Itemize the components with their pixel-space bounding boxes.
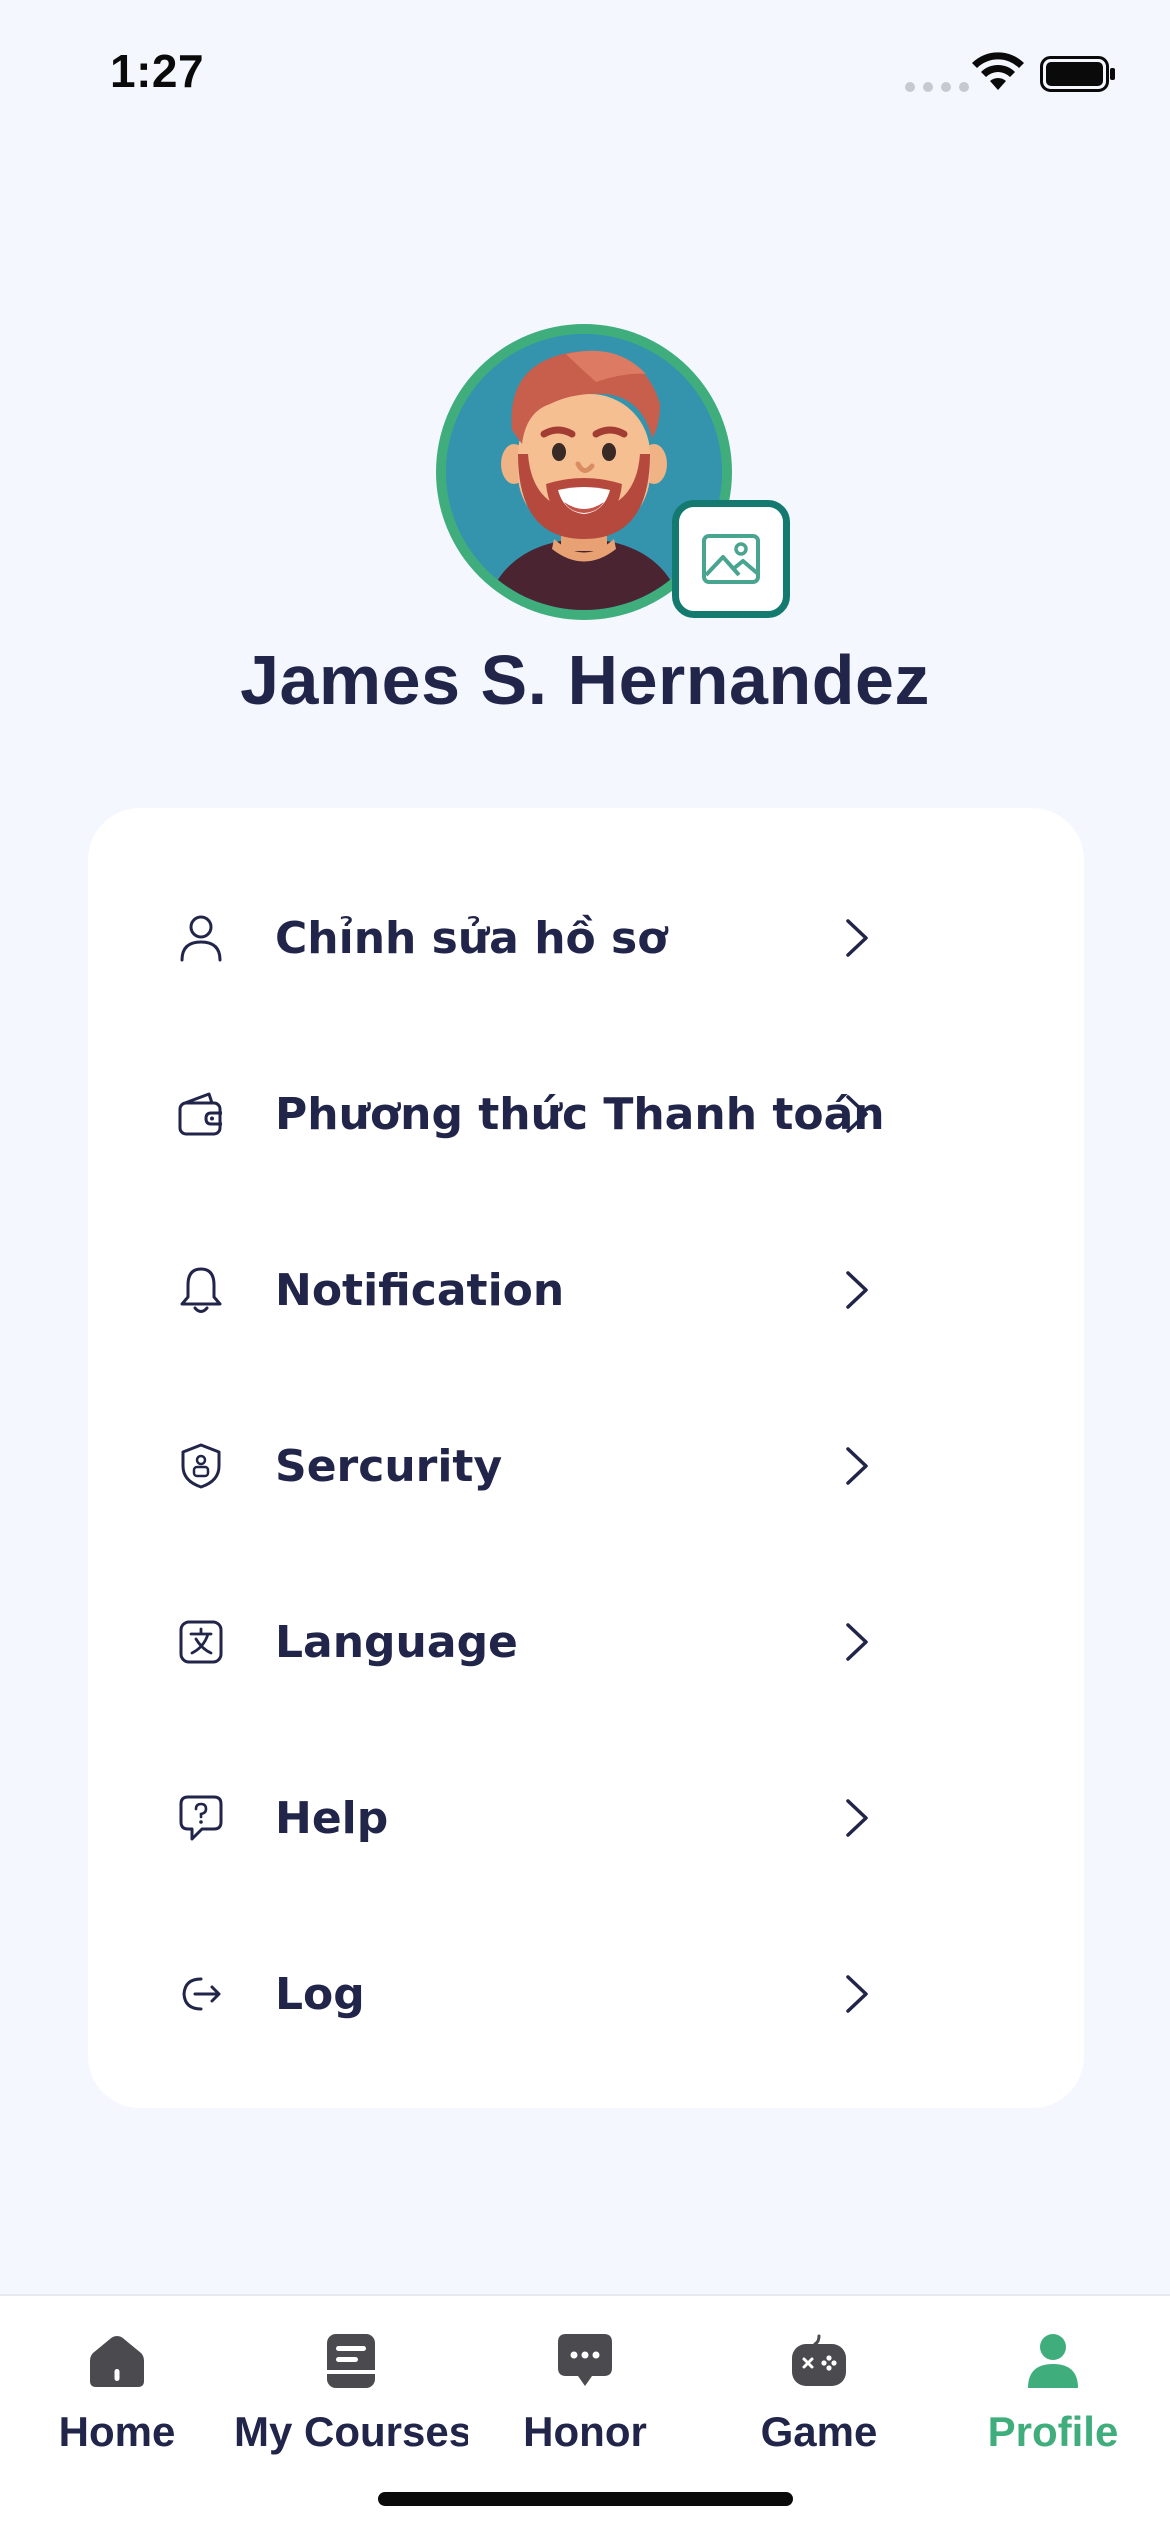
tab-game[interactable]: Game bbox=[702, 2326, 936, 2476]
menu-item-label: Help bbox=[275, 1792, 389, 1844]
book-icon bbox=[316, 2326, 386, 2396]
menu-item-notification[interactable]: Notification bbox=[88, 1202, 1084, 1378]
cellular-signal-icon bbox=[905, 82, 969, 92]
tab-profile[interactable]: Profile bbox=[936, 2326, 1170, 2476]
tab-label: Honor bbox=[523, 2408, 647, 2455]
logout-icon bbox=[176, 1969, 226, 2019]
shield-icon bbox=[176, 1441, 226, 1491]
help-chat-icon bbox=[176, 1793, 226, 1843]
status-time: 1:27 bbox=[110, 45, 205, 97]
tab-label: Profile bbox=[987, 2408, 1119, 2455]
person-icon bbox=[1018, 2326, 1088, 2396]
menu-item-label: Notification bbox=[275, 1264, 565, 1316]
home-icon bbox=[82, 2326, 152, 2396]
chevron-right-icon bbox=[846, 1975, 868, 2013]
menu-item-label: Chỉnh sửa hồ sơ bbox=[275, 912, 668, 964]
menu-item-help[interactable]: Help bbox=[88, 1730, 1084, 1906]
wallet-icon bbox=[176, 1089, 226, 1139]
menu-item-label: Language bbox=[275, 1616, 518, 1668]
tab-my-courses[interactable]: My Courses bbox=[234, 2326, 468, 2476]
wifi-icon bbox=[972, 52, 1024, 90]
change-photo-button[interactable] bbox=[672, 500, 790, 618]
settings-menu: Chỉnh sửa hồ sơ Phương thức Thanh toán N… bbox=[88, 808, 1084, 2108]
battery-icon bbox=[1040, 56, 1115, 92]
chevron-right-icon bbox=[846, 1799, 868, 1837]
menu-item-payment-method[interactable]: Phương thức Thanh toán bbox=[88, 1026, 1084, 1202]
home-indicator bbox=[378, 2492, 793, 2506]
profile-header bbox=[436, 324, 790, 624]
chevron-right-icon bbox=[846, 1271, 868, 1309]
translate-icon bbox=[176, 1617, 226, 1667]
gamepad-icon bbox=[784, 2326, 854, 2396]
tab-label: My Courses bbox=[234, 2408, 468, 2455]
chat-bubble-icon bbox=[550, 2326, 620, 2396]
image-icon bbox=[702, 534, 760, 584]
user-name: James S. Hernandez bbox=[240, 641, 930, 719]
status-bar: 1:27 bbox=[0, 0, 1170, 150]
chevron-right-icon bbox=[846, 919, 868, 957]
chevron-right-icon bbox=[846, 1623, 868, 1661]
chevron-right-icon bbox=[846, 1095, 868, 1133]
user-icon bbox=[176, 913, 226, 963]
menu-item-label: Log bbox=[275, 1968, 365, 2020]
tab-label: Home bbox=[58, 2408, 176, 2455]
chevron-right-icon bbox=[846, 1447, 868, 1485]
bell-icon bbox=[176, 1265, 226, 1315]
menu-item-language[interactable]: Language bbox=[88, 1554, 1084, 1730]
tab-label: Game bbox=[760, 2408, 878, 2455]
menu-item-security[interactable]: Sercurity bbox=[88, 1378, 1084, 1554]
menu-item-label: Phương thức Thanh toán bbox=[275, 1088, 885, 1140]
tab-honor[interactable]: Honor bbox=[468, 2326, 702, 2476]
tab-home[interactable]: Home bbox=[0, 2326, 234, 2476]
menu-item-log-out[interactable]: Log bbox=[88, 1906, 1084, 2082]
menu-item-edit-profile[interactable]: Chỉnh sửa hồ sơ bbox=[88, 850, 1084, 1026]
menu-item-label: Sercurity bbox=[275, 1440, 503, 1492]
